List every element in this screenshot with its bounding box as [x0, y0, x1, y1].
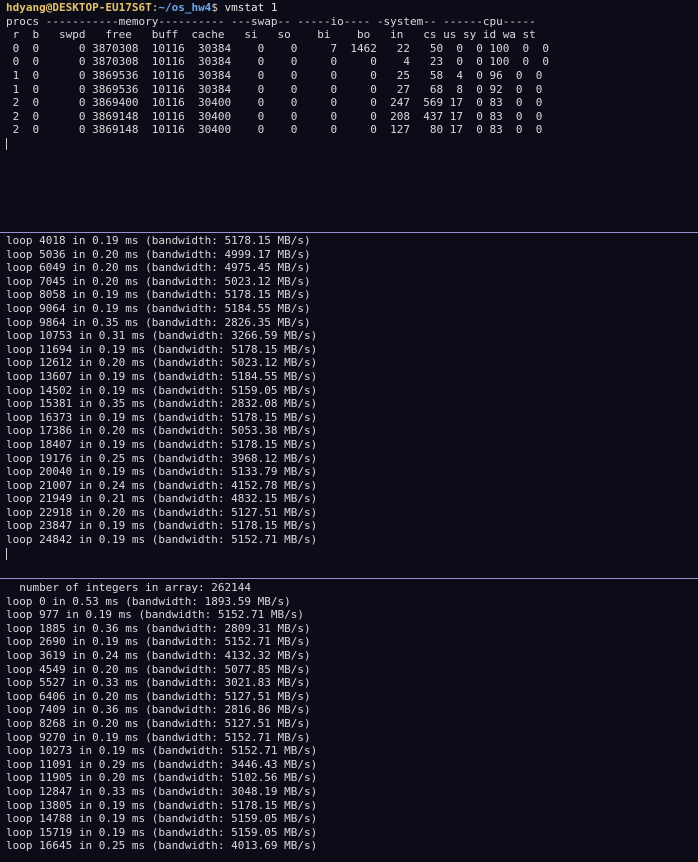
- terminal-line: loop 5527 in 0.33 ms (bandwidth: 3021.83…: [6, 676, 311, 690]
- terminal-line: loop 12847 in 0.33 ms (bandwidth: 3048.1…: [6, 784, 318, 798]
- loop-output: loop 4018 in 0.19 ms (bandwidth: 5178.15…: [6, 234, 698, 547]
- terminal-line: 1 0 0 3869536 10116 30384 0 0 0 0 27 68 …: [6, 82, 543, 96]
- terminal-line: loop 10273 in 0.19 ms (bandwidth: 5152.7…: [6, 744, 318, 758]
- terminal-line: loop 20040 in 0.19 ms (bandwidth: 5133.7…: [6, 465, 318, 479]
- terminal-line: loop 13607 in 0.19 ms (bandwidth: 5184.5…: [6, 369, 318, 383]
- terminal-line: 2 0 0 3869148 10116 30400 0 0 0 0 208 43…: [6, 109, 543, 123]
- terminal-line: loop 977 in 0.19 ms (bandwidth: 5152.71 …: [6, 608, 305, 622]
- terminal-line: loop 9064 in 0.19 ms (bandwidth: 5184.55…: [6, 301, 311, 315]
- vmstat-output: procs -----------memory---------- ---swa…: [6, 15, 698, 137]
- text-cursor: [6, 137, 7, 150]
- terminal-line: loop 12612 in 0.20 ms (bandwidth: 5023.1…: [6, 356, 318, 370]
- loop-output-terminal-pane[interactable]: loop 4018 in 0.19 ms (bandwidth: 5178.15…: [0, 233, 698, 578]
- terminal-line: loop 0 in 0.53 ms (bandwidth: 1893.59 MB…: [6, 594, 291, 608]
- terminal-line: loop 22918 in 0.20 ms (bandwidth: 5127.5…: [6, 505, 318, 519]
- prompt-path: ~/os_hw4: [158, 1, 212, 14]
- prompt-command: vmstat 1: [217, 1, 278, 14]
- terminal-line: loop 11091 in 0.29 ms (bandwidth: 3446.4…: [6, 757, 318, 771]
- terminal-line: loop 18407 in 0.19 ms (bandwidth: 5178.1…: [6, 437, 318, 451]
- terminal-line: loop 2690 in 0.19 ms (bandwidth: 5152.71…: [6, 635, 311, 649]
- terminal-line: loop 9864 in 0.35 ms (bandwidth: 2826.35…: [6, 315, 311, 329]
- terminal-line: 0 0 0 3870308 10116 30384 0 0 0 0 4 23 0…: [6, 55, 550, 69]
- terminal-line: loop 14502 in 0.19 ms (bandwidth: 5159.0…: [6, 383, 318, 397]
- terminal-line: loop 8268 in 0.20 ms (bandwidth: 5127.51…: [6, 716, 311, 730]
- terminal-line: loop 6406 in 0.20 ms (bandwidth: 5127.51…: [6, 689, 311, 703]
- terminal-line: loop 14788 in 0.19 ms (bandwidth: 5159.0…: [6, 812, 318, 826]
- terminal-line: loop 21007 in 0.24 ms (bandwidth: 4152.7…: [6, 478, 318, 492]
- terminal-line: loop 5036 in 0.20 ms (bandwidth: 4999.17…: [6, 247, 311, 261]
- terminal-line: loop 11694 in 0.19 ms (bandwidth: 5178.1…: [6, 342, 318, 356]
- terminal-line: loop 16645 in 0.25 ms (bandwidth: 4013.6…: [6, 839, 318, 853]
- terminal-line: loop 10753 in 0.31 ms (bandwidth: 3266.5…: [6, 329, 318, 343]
- terminal-line: loop 13805 in 0.19 ms (bandwidth: 5178.1…: [6, 798, 318, 812]
- terminal-line: loop 21949 in 0.21 ms (bandwidth: 4832.1…: [6, 492, 318, 506]
- vmstat-terminal-pane[interactable]: hdyang@DESKTOP-EU17S6T:~/os_hw4$ vmstat …: [0, 0, 698, 232]
- terminal-line: loop 15381 in 0.35 ms (bandwidth: 2832.0…: [6, 397, 318, 411]
- text-cursor: [6, 547, 7, 560]
- terminal-line: r b swpd free buff cache si so bi bo in …: [6, 28, 536, 42]
- array-loop-terminal-pane[interactable]: number of integers in array: 262144 loop …: [0, 579, 698, 862]
- terminal-line: loop 8058 in 0.19 ms (bandwidth: 5178.15…: [6, 288, 311, 302]
- terminal-line: loop 6049 in 0.20 ms (bandwidth: 4975.45…: [6, 261, 311, 275]
- terminal-cursor-line: [6, 547, 698, 561]
- terminal-line: loop 15719 in 0.19 ms (bandwidth: 5159.0…: [6, 825, 318, 839]
- terminal-line: loop 23847 in 0.19 ms (bandwidth: 5178.1…: [6, 519, 318, 533]
- terminal-line: 2 0 0 3869400 10116 30400 0 0 0 0 247 56…: [6, 96, 543, 110]
- terminal-line: loop 16373 in 0.19 ms (bandwidth: 5178.1…: [6, 410, 318, 424]
- terminal-line: 2 0 0 3869148 10116 30400 0 0 0 0 127 80…: [6, 123, 543, 137]
- terminal-cursor-line: [6, 137, 698, 151]
- terminal-line: loop 19176 in 0.25 ms (bandwidth: 3968.1…: [6, 451, 318, 465]
- terminal-line: loop 4018 in 0.19 ms (bandwidth: 5178.15…: [6, 234, 311, 247]
- terminal-line: procs -----------memory---------- ---swa…: [6, 14, 536, 28]
- terminal-line: 1 0 0 3869536 10116 30384 0 0 0 0 25 58 …: [6, 68, 543, 82]
- terminal-line: 0 0 0 3870308 10116 30384 0 0 7 1462 22 …: [6, 41, 550, 55]
- terminal-line: number of integers in array: 262144: [6, 581, 252, 594]
- terminal-line: loop 3619 in 0.24 ms (bandwidth: 4132.32…: [6, 648, 311, 662]
- terminal-line: loop 4549 in 0.20 ms (bandwidth: 5077.85…: [6, 662, 311, 676]
- terminal-line: loop 24842 in 0.19 ms (bandwidth: 5152.7…: [6, 533, 318, 547]
- terminal-line: loop 1885 in 0.36 ms (bandwidth: 2809.31…: [6, 621, 311, 635]
- prompt-symbol: $: [211, 1, 218, 14]
- prompt-user-host: hdyang@DESKTOP-EU17S6T: [6, 1, 152, 14]
- array-loop-output: number of integers in array: 262144 loop …: [6, 581, 698, 853]
- terminal-line: loop 7045 in 0.20 ms (bandwidth: 5023.12…: [6, 274, 311, 288]
- shell-prompt-line: hdyang@DESKTOP-EU17S6T:~/os_hw4$ vmstat …: [6, 1, 698, 15]
- terminal-line: loop 9270 in 0.19 ms (bandwidth: 5152.71…: [6, 730, 311, 744]
- terminal-line: loop 7409 in 0.36 ms (bandwidth: 2816.86…: [6, 703, 311, 717]
- terminal-line: loop 11905 in 0.20 ms (bandwidth: 5102.5…: [6, 771, 318, 785]
- terminal-line: loop 17386 in 0.20 ms (bandwidth: 5053.3…: [6, 424, 318, 438]
